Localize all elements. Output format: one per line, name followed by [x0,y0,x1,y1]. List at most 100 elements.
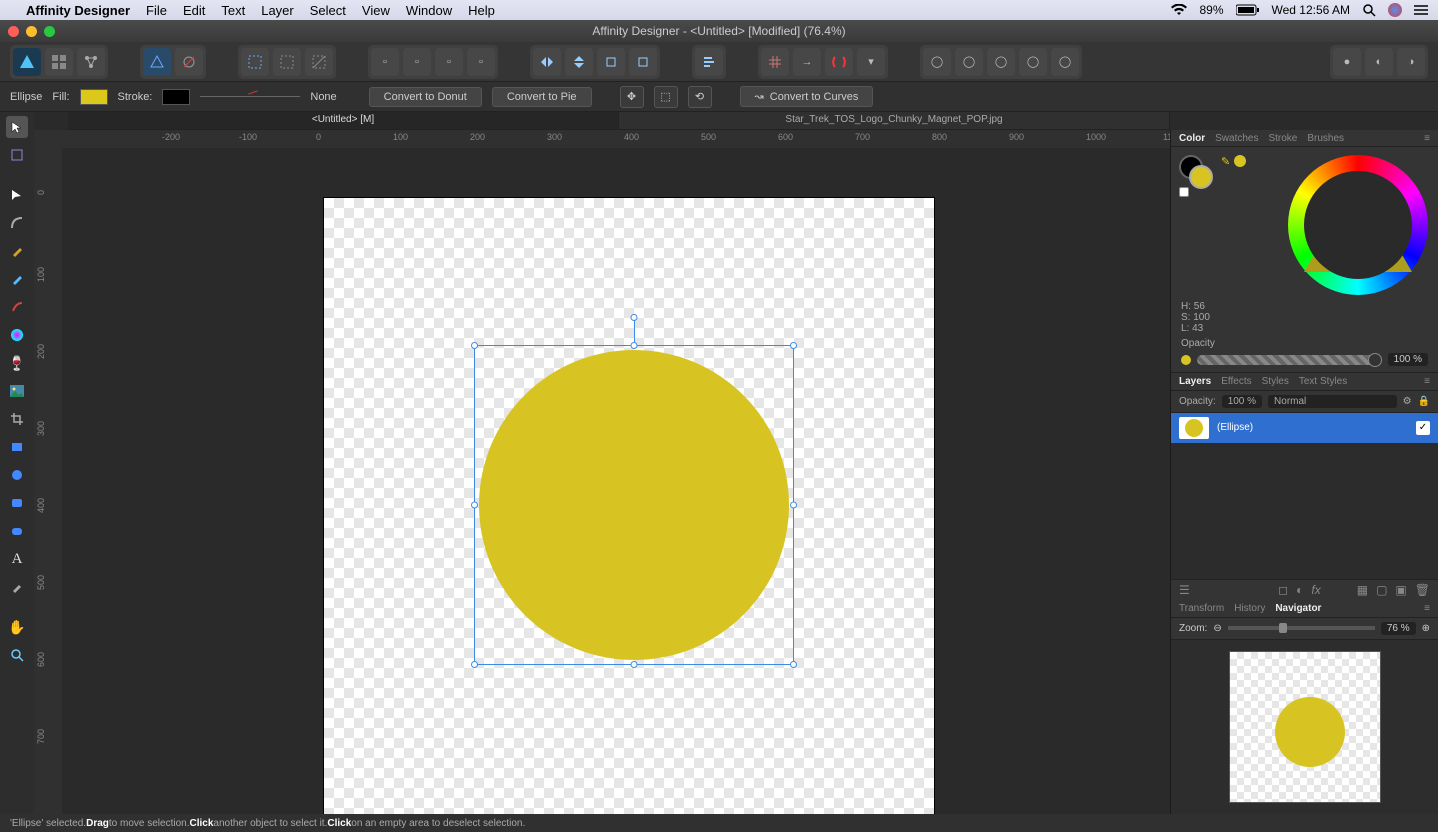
layers-list-empty[interactable] [1171,443,1438,579]
opacity-value[interactable]: 100 % [1388,353,1428,366]
convert-pie-button[interactable]: Convert to Pie [492,87,592,107]
boolean-subtract-icon[interactable]: ◯ [955,48,983,76]
crop-tool-icon[interactable] [6,408,28,430]
insert-behind-icon[interactable]: ◐ [1365,48,1393,76]
export-persona-icon[interactable] [77,48,105,76]
opacity-slider[interactable] [1197,355,1382,365]
notification-center-icon[interactable] [1414,4,1428,16]
persona-switcher[interactable] [10,45,108,79]
layers-stack-icon[interactable]: ☰ [1179,583,1190,597]
rectangle-tool-icon[interactable] [6,436,28,458]
transform-tab[interactable]: Transform [1179,603,1224,614]
handle-br[interactable] [790,661,797,668]
layers-opacity-value[interactable]: 100 % [1222,395,1262,408]
handle-bc[interactable] [631,661,638,668]
fill-swatch[interactable] [80,89,108,105]
doc-tab-untitled[interactable]: <Untitled> [M] [68,112,619,129]
convert-donut-button[interactable]: Convert to Donut [369,87,482,107]
align-icon[interactable] [695,48,723,76]
close-window-icon[interactable] [8,26,19,37]
brushes-tab[interactable]: Brushes [1307,133,1344,144]
flip-h-icon[interactable] [533,48,561,76]
handle-ml[interactable] [471,502,478,509]
add-layer-icon[interactable]: ▢ [1376,583,1387,597]
add-pixel-layer-icon[interactable]: ▦ [1357,583,1368,597]
text-tool-icon[interactable]: A [6,548,28,570]
boolean-intersect-icon[interactable]: ◯ [987,48,1015,76]
color-wheel[interactable] [1288,155,1428,295]
menu-layer[interactable]: Layer [261,3,294,18]
layer-visibility-checkbox[interactable]: ✓ [1416,421,1430,435]
menu-file[interactable]: File [146,3,167,18]
effects-tab[interactable]: Effects [1221,376,1251,387]
cycle-selection-icon[interactable]: ⟲ [688,86,712,108]
place-image-tool-icon[interactable] [6,380,28,402]
styles-tab[interactable]: Styles [1262,376,1289,387]
arrange-back-icon[interactable]: ▫ [371,48,399,76]
boolean-xor-icon[interactable]: ◯ [1019,48,1047,76]
arrange-backward-icon[interactable]: ▫ [403,48,431,76]
flip-v-icon[interactable] [565,48,593,76]
transform-origin-icon[interactable]: ✥ [620,86,644,108]
color-triangle[interactable] [1304,178,1412,272]
artboard-tool-icon[interactable] [6,144,28,166]
menu-edit[interactable]: Edit [183,3,205,18]
canvas-viewport[interactable]: px -200 -100 0 100 200 300 400 500 600 7… [34,130,1170,814]
layer-gear-icon[interactable]: ⚙ [1403,396,1412,407]
fill-color-swatch[interactable] [1189,165,1213,189]
designer-persona-icon[interactable] [13,48,41,76]
mask-icon[interactable]: ◻ [1278,583,1288,597]
fx-icon[interactable]: fx [1311,583,1320,597]
stroke-tab[interactable]: Stroke [1268,133,1297,144]
wifi-icon[interactable] [1171,4,1187,16]
handle-tr[interactable] [790,342,797,349]
siri-icon[interactable] [1388,3,1402,17]
spotlight-icon[interactable] [1362,3,1376,17]
color-tab[interactable]: Color [1179,133,1205,144]
insert-inside-icon[interactable]: ◑ [1397,48,1425,76]
navigator-tab[interactable]: Navigator [1275,603,1321,614]
ruler-horizontal[interactable]: -200 -100 0 100 200 300 400 500 600 700 … [62,130,1170,148]
battery-icon[interactable] [1236,4,1260,16]
layer-row-ellipse[interactable]: (Ellipse) ✓ [1171,413,1438,443]
ellipse-tool-icon[interactable] [6,464,28,486]
selection-rotation-handle[interactable] [631,314,638,321]
ruler-vertical[interactable]: 0 100 200 300 400 500 600 700 [34,130,62,814]
zoom-tool-icon[interactable] [6,644,28,666]
swatches-tab[interactable]: Swatches [1215,133,1258,144]
handle-bl[interactable] [471,661,478,668]
node-tool-icon[interactable] [6,184,28,206]
boolean-divide-icon[interactable]: ◯ [1051,48,1079,76]
selection-bounding-box[interactable] [474,345,794,665]
doc-tab-startrek[interactable]: Star_Trek_TOS_Logo_Chunky_Magnet_POP.jpg [619,112,1170,129]
layers-menu-icon[interactable]: ≡ [1424,376,1430,387]
delete-layer-icon[interactable]: 🗑 [1415,583,1430,597]
text-styles-tab[interactable]: Text Styles [1299,376,1347,387]
view-mode-pixel-icon[interactable] [175,48,203,76]
handle-mr[interactable] [790,502,797,509]
menu-view[interactable]: View [362,3,390,18]
insert-target-icon[interactable]: ● [1333,48,1361,76]
snap-options-icon[interactable]: ▾ [857,48,885,76]
panel-menu-icon[interactable]: ≡ [1424,133,1430,144]
rotate-cw-icon[interactable] [629,48,657,76]
select-invert-icon[interactable] [305,48,333,76]
minimize-window-icon[interactable] [26,26,37,37]
arrange-front-icon[interactable]: ▫ [467,48,495,76]
select-all-icon[interactable] [241,48,269,76]
move-tool-icon[interactable] [6,116,28,138]
menu-text[interactable]: Text [221,3,245,18]
deselect-icon[interactable] [273,48,301,76]
navigator-preview[interactable] [1171,640,1438,814]
shapes-tool-icon[interactable] [6,520,28,542]
group-icon[interactable]: ▣ [1395,583,1406,597]
hide-selection-icon[interactable]: ⬚ [654,86,678,108]
layers-tab[interactable]: Layers [1179,376,1211,387]
rounded-rect-tool-icon[interactable] [6,492,28,514]
blend-mode-dropdown[interactable]: Normal [1268,395,1397,408]
menu-app[interactable]: Affinity Designer [26,3,130,18]
pencil-tool-icon[interactable] [6,268,28,290]
transparency-tool-icon[interactable]: 🍷 [6,352,28,374]
zoom-in-icon[interactable]: ⊕ [1422,623,1430,634]
eyedropper-result-swatch[interactable] [1234,155,1246,167]
